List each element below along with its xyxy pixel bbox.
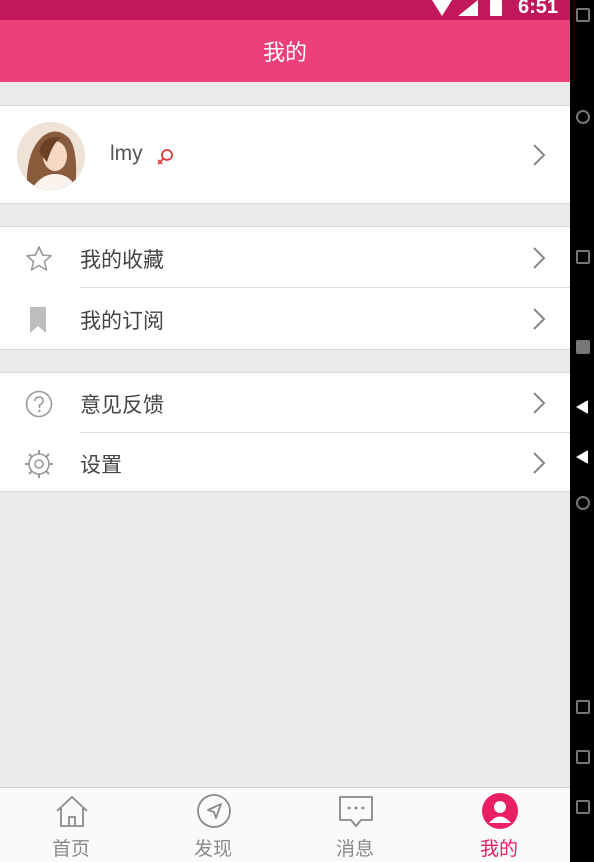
status-bar: 6:51 — [0, 0, 570, 20]
system-side-strip — [570, 0, 594, 862]
tab-mine[interactable]: 我的 — [428, 788, 570, 862]
compass-icon — [197, 794, 231, 828]
tab-label: 消息 — [335, 838, 374, 860]
gear-icon — [25, 450, 53, 478]
square-icon[interactable] — [576, 750, 590, 764]
back-icon[interactable] — [576, 400, 588, 414]
menu-item-settings[interactable]: 设置 — [0, 433, 570, 493]
chevron-right-icon — [533, 144, 546, 166]
menu-group-favorites: 我的收藏 我的订阅 — [0, 226, 570, 350]
square-icon[interactable] — [576, 700, 590, 714]
star-icon — [26, 246, 52, 271]
cell-signal-icon — [458, 0, 478, 16]
question-circle-icon — [25, 390, 53, 418]
square-icon — [576, 250, 590, 264]
menu-item-label: 设置 — [80, 453, 122, 477]
chevron-right-icon — [533, 452, 546, 474]
square-icon[interactable] — [576, 800, 590, 814]
profile-name: lmy — [110, 142, 143, 165]
wifi-icon — [432, 0, 452, 16]
square-icon — [576, 340, 590, 354]
menu-item-label: 我的订阅 — [80, 309, 164, 333]
tab-discover[interactable]: 发现 — [142, 788, 284, 862]
app-header: 我的 — [0, 20, 570, 82]
home-icon — [56, 796, 88, 827]
menu-group-settings: 意见反馈 设置 — [0, 372, 570, 492]
divider — [80, 287, 570, 288]
menu-item-label: 我的收藏 — [80, 248, 164, 272]
user-icon — [482, 793, 518, 829]
menu-item-subscriptions[interactable]: 我的订阅 — [0, 289, 570, 349]
app-screen: 6:51 我的 lmy 我的收藏 我的订阅 意见反馈 设置 首页 发现 消息 我… — [0, 0, 570, 862]
chevron-right-icon — [533, 308, 546, 330]
menu-item-favorites[interactable]: 我的收藏 — [0, 228, 570, 288]
tab-label: 首页 — [51, 838, 90, 860]
avatar[interactable] — [17, 122, 85, 190]
status-time: 6:51 — [517, 0, 558, 18]
menu-item-feedback[interactable]: 意见反馈 — [0, 373, 570, 433]
tab-label: 我的 — [479, 838, 518, 860]
circle-icon[interactable] — [576, 496, 590, 510]
chevron-right-icon — [533, 247, 546, 269]
tab-label: 发现 — [193, 838, 232, 860]
tab-messages[interactable]: 消息 — [284, 788, 426, 862]
square-icon — [576, 8, 590, 22]
page-title: 我的 — [262, 41, 307, 66]
message-icon — [339, 796, 373, 827]
female-gender-icon — [157, 149, 173, 165]
bottom-tab-bar: 首页 发现 消息 我的 — [0, 787, 570, 862]
bookmark-icon — [30, 307, 46, 333]
back-icon[interactable] — [576, 450, 588, 464]
tab-home[interactable]: 首页 — [0, 788, 142, 862]
menu-item-label: 意见反馈 — [80, 393, 164, 417]
circle-icon — [576, 110, 590, 124]
battery-icon — [490, 0, 502, 16]
profile-row[interactable]: lmy — [0, 105, 570, 204]
chevron-right-icon — [533, 392, 546, 414]
